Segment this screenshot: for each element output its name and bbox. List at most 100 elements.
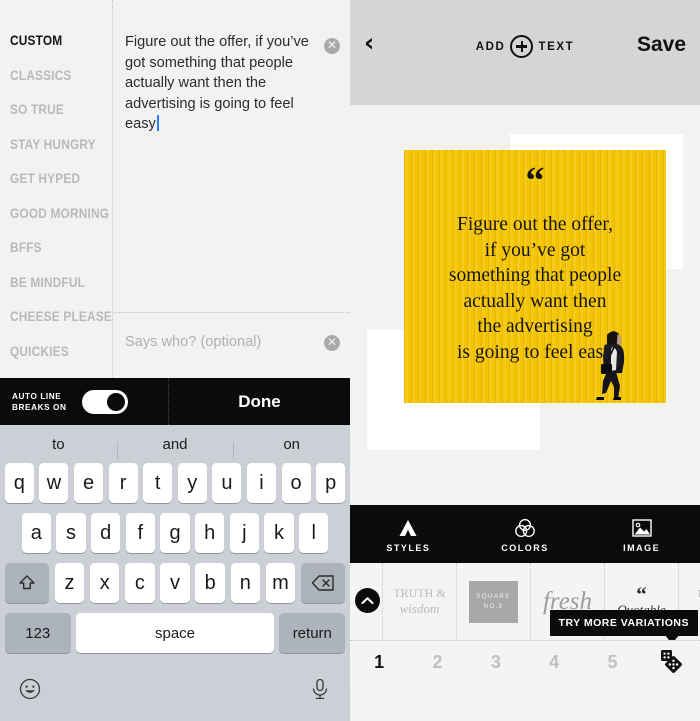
key-q[interactable]: q [4, 463, 34, 503]
collapse-strip-button[interactable] [355, 588, 380, 613]
style-thumb-square-no-9[interactable]: SQUARE NO.9 [457, 563, 531, 640]
strip-footer [350, 683, 700, 721]
tab-styles[interactable]: STYLES [350, 516, 467, 553]
chevron-up-icon [361, 597, 374, 605]
preview-top-bar: ‹ ADD TEXT Save [350, 0, 700, 105]
suggestion-2[interactable]: and [116, 436, 234, 460]
key-z[interactable]: z [54, 563, 85, 603]
space-key[interactable]: space [76, 613, 274, 653]
key-g[interactable]: g [160, 513, 190, 553]
tab-image[interactable]: IMAGE [583, 516, 700, 553]
clear-quote-icon[interactable]: ✕ [324, 38, 340, 54]
category-item-bffs[interactable]: BFFS [10, 239, 100, 274]
plus-circle-icon [510, 35, 534, 58]
tab-image-label: IMAGE [623, 542, 661, 553]
quote-input-area[interactable]: Figure out the offer, if you’ve got some… [113, 0, 350, 312]
suggestion-3[interactable]: on [233, 436, 350, 460]
key-e[interactable]: e [74, 463, 104, 503]
author-input-area[interactable]: Says who? (optional) ✕ [113, 313, 350, 378]
editor-tab-bar: STYLES COLORS IMAGE [350, 505, 700, 563]
auto-line-breaks-label: AUTO LINE BREAKS ON [12, 391, 67, 412]
key-y[interactable]: y [177, 463, 207, 503]
quote-card[interactable]: “ Figure out the offer, if you’ve got so… [404, 150, 666, 403]
style-thumb-truth-and-wisdom[interactable]: TRUTH & wisdom [383, 563, 457, 640]
style-thumb-truth-line1: TRUTH & [393, 586, 446, 600]
page-3[interactable]: 3 [467, 652, 525, 673]
toggle-knob [107, 392, 125, 411]
category-item-quickies[interactable]: QUICKIES [10, 343, 100, 378]
auto-line-breaks-control[interactable]: AUTO LINE BREAKS ON [0, 378, 169, 425]
done-button[interactable]: Done [169, 392, 350, 412]
style-thumb-truth-line2: wisdom [399, 601, 440, 616]
page-4[interactable]: 4 [525, 652, 583, 673]
dice-shuffle-icon [660, 650, 682, 673]
category-item-good-morning[interactable]: GOOD MORNING [10, 205, 109, 240]
suggestion-1[interactable]: to [0, 436, 117, 453]
style-page-row: 1 2 3 4 5 [350, 641, 700, 683]
shuffle-button[interactable] [642, 649, 700, 675]
editor-action-bar: AUTO LINE BREAKS ON Done [0, 378, 350, 425]
auto-line-breaks-toggle[interactable] [82, 389, 128, 414]
tab-colors[interactable]: COLORS [467, 516, 584, 553]
category-item-so-true[interactable]: SO TRUE [10, 101, 100, 136]
category-item-be-mindful[interactable]: BE MINDFUL [10, 274, 100, 309]
style-thumbnail-strip: TRUTH & wisdom SQUARE NO.9 fresh “ Quota… [350, 563, 700, 641]
category-item-custom[interactable]: CUSTOM [10, 32, 100, 67]
photo-icon [583, 516, 700, 540]
key-d[interactable]: d [91, 513, 121, 553]
suggestion-bar: to and on [0, 425, 350, 463]
page-2[interactable]: 2 [408, 652, 466, 673]
key-l[interactable]: l [299, 513, 329, 553]
key-t[interactable]: t [143, 463, 173, 503]
key-f[interactable]: f [125, 513, 155, 553]
key-w[interactable]: w [39, 463, 69, 503]
add-label: ADD [475, 40, 506, 53]
key-i[interactable]: i [246, 463, 276, 503]
return-key[interactable]: return [279, 613, 346, 653]
keyboard-row-1: q w e r t y u i o p [0, 463, 350, 503]
key-u[interactable]: u [212, 463, 242, 503]
key-x[interactable]: x [89, 563, 120, 603]
shift-arrow-icon [19, 575, 35, 590]
key-p[interactable]: p [316, 463, 346, 503]
key-m[interactable]: m [265, 563, 296, 603]
text-editor-panel: CUSTOM CLASSICS SO TRUE STAY HUNGRY GET … [0, 0, 350, 721]
key-b[interactable]: b [195, 563, 225, 603]
key-r[interactable]: r [108, 463, 138, 503]
key-k[interactable]: k [264, 513, 294, 553]
key-j[interactable]: j [229, 513, 259, 553]
category-item-get-hyped[interactable]: GET HYPED [10, 170, 100, 205]
emoji-smiley-icon[interactable] [18, 677, 42, 701]
key-o[interactable]: o [281, 463, 311, 503]
key-a[interactable]: a [21, 513, 51, 553]
save-button[interactable]: Save [637, 33, 686, 57]
keyboard-row-4: 123 space return [0, 613, 350, 653]
shift-key[interactable] [4, 563, 50, 603]
tab-styles-label: STYLES [386, 542, 431, 553]
page-5[interactable]: 5 [583, 652, 641, 673]
key-s[interactable]: s [56, 513, 86, 553]
key-v[interactable]: v [160, 563, 190, 603]
keyboard-row-3: z x c v b n m [0, 563, 350, 603]
key-n[interactable]: n [230, 563, 261, 603]
keyboard-row-2: a s d f g h j k l [0, 513, 350, 553]
canvas-area: “ Figure out the offer, if you’ve got so… [350, 105, 700, 505]
numeric-key[interactable]: 123 [4, 613, 71, 653]
key-h[interactable]: h [195, 513, 225, 553]
microphone-icon[interactable] [308, 677, 332, 701]
page-1[interactable]: 1 [350, 652, 408, 673]
backspace-key[interactable] [300, 563, 346, 603]
text-caret [156, 115, 159, 131]
on-screen-keyboard: to and on q w e r t y u i o p a s d f g … [0, 425, 350, 721]
category-list: CUSTOM CLASSICS SO TRUE STAY HUNGRY GET … [0, 0, 112, 378]
editor-area: CUSTOM CLASSICS SO TRUE STAY HUNGRY GET … [0, 0, 350, 378]
clear-author-icon[interactable]: ✕ [324, 335, 340, 351]
text-column: Figure out the offer, if you’ve got some… [113, 0, 350, 378]
quote-text-value: Figure out the offer, if you’ve got some… [125, 34, 313, 132]
category-item-cheese-please[interactable]: CHEESE PLEASE [10, 308, 112, 343]
category-item-stay-hungry[interactable]: STAY HUNGRY [10, 136, 100, 171]
category-item-classics[interactable]: CLASSICS [10, 67, 100, 102]
card-quote-mark: “ [525, 160, 545, 202]
key-c[interactable]: c [125, 563, 155, 603]
keyboard-bottom-row [0, 663, 350, 715]
